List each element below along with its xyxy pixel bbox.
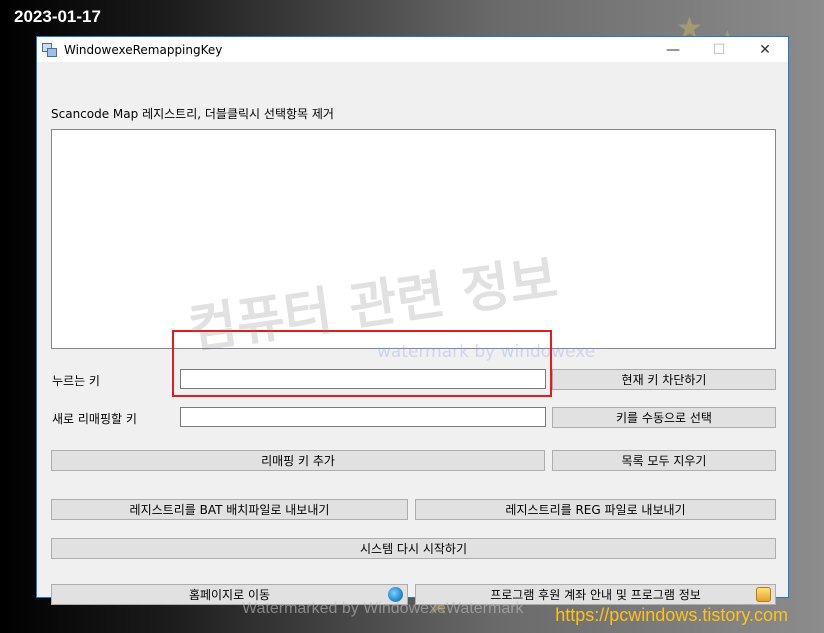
restart-system-button[interactable]: 시스템 다시 시작하기 <box>51 538 776 559</box>
list-caption: Scancode Map 레지스트리, 더블클릭시 선택항목 제거 <box>51 107 334 121</box>
go-homepage-label: 홈페이지로 이동 <box>188 588 271 602</box>
pressed-key-label: 누르는 키 <box>52 374 100 388</box>
donate-info-label: 프로그램 후원 계좌 안내 및 프로그램 정보 <box>490 588 701 602</box>
clear-list-button[interactable]: 목록 모두 지우기 <box>552 450 776 471</box>
remap-key-input[interactable] <box>180 407 546 427</box>
close-button[interactable]: ✕ <box>742 37 788 62</box>
app-icon <box>42 42 58 58</box>
remap-key-label: 새로 리매핑할 키 <box>52 412 137 426</box>
highlight-box <box>172 330 552 397</box>
select-key-manually-button[interactable]: 키를 수동으로 선택 <box>552 407 776 428</box>
globe-icon <box>388 587 403 602</box>
app-window: WindowexeRemappingKey — ☐ ✕ Scancode Map… <box>36 36 789 617</box>
maximize-button[interactable]: ☐ <box>696 37 742 62</box>
export-reg-button[interactable]: 레지스트리를 REG 파일로 내보내기 <box>415 499 776 520</box>
window-controls: — ☐ ✕ <box>650 37 788 62</box>
title-bar[interactable]: WindowexeRemappingKey — ☐ ✕ <box>37 37 788 62</box>
date-label: 2023-01-17 <box>14 7 101 26</box>
go-homepage-button[interactable]: 홈페이지로 이동 <box>51 584 408 605</box>
coins-icon <box>756 587 771 602</box>
minimize-button[interactable]: — <box>650 37 696 62</box>
add-remapping-button[interactable]: 리매핑 키 추가 <box>51 450 545 471</box>
scancode-map-listbox[interactable] <box>51 129 776 349</box>
export-bat-button[interactable]: 레지스트리를 BAT 배치파일로 내보내기 <box>51 499 408 520</box>
block-current-key-button[interactable]: 현재 키 차단하기 <box>552 369 776 390</box>
client-area: Scancode Map 레지스트리, 더블클릭시 선택항목 제거 누르는 키 … <box>37 62 788 617</box>
window-title: WindowexeRemappingKey <box>64 42 223 57</box>
site-url-label: https://pcwindows.tistory.com <box>555 605 788 625</box>
donate-info-button[interactable]: 프로그램 후원 계좌 안내 및 프로그램 정보 <box>415 584 776 605</box>
